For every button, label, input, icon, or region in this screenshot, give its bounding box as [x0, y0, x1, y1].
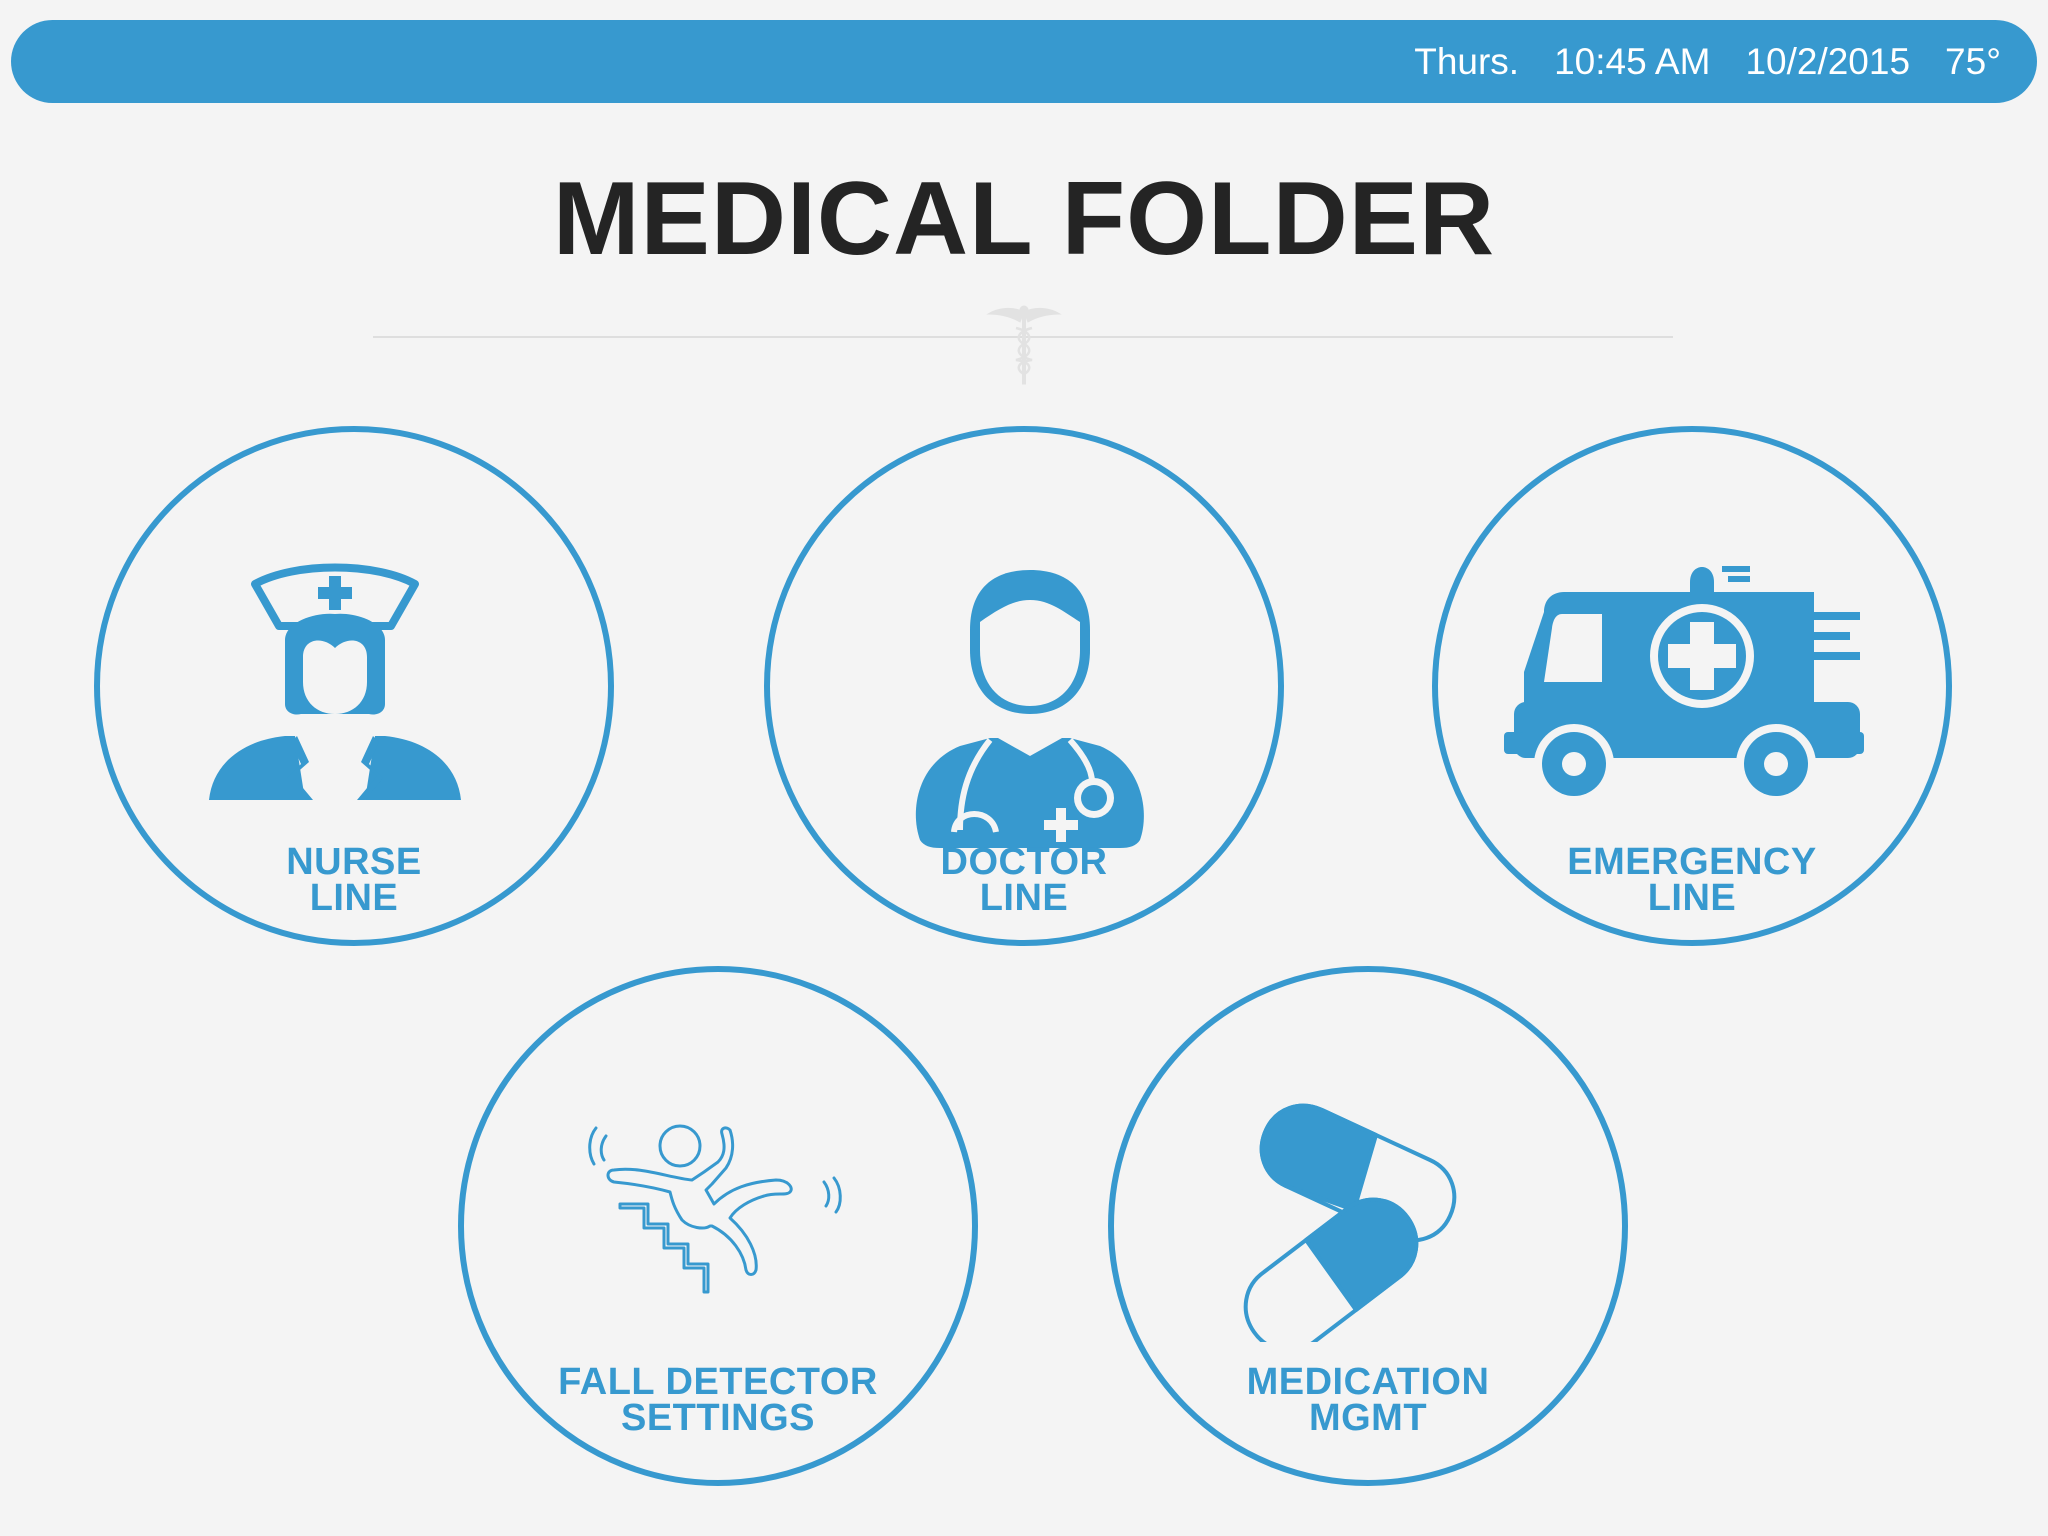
nurse-line-label: NURSE LINE	[286, 841, 422, 919]
fall-detector-settings-button[interactable]: FALL DETECTOR SETTINGS	[458, 966, 978, 1486]
emergency-line-button[interactable]: EMERGENCY LINE	[1432, 426, 1952, 946]
caduceus-icon	[986, 305, 1062, 385]
status-day: Thurs.	[1414, 40, 1520, 82]
fall-detector-icon	[588, 1124, 842, 1294]
ambulance-icon	[1504, 566, 1864, 804]
nurse-icon	[209, 563, 461, 800]
status-bar: Thurs. 10:45 AM 10/2/2015 75°	[11, 20, 2037, 103]
nurse-line-button[interactable]: NURSE LINE	[94, 426, 614, 946]
status-time: 10:45 AM	[1554, 40, 1711, 82]
status-temperature: 75°	[1945, 40, 2001, 82]
status-date: 10/2/2015	[1745, 40, 1911, 82]
doctor-line-label: DOCTOR LINE	[940, 841, 1108, 919]
emergency-line-label: EMERGENCY LINE	[1567, 841, 1817, 919]
doctor-icon	[915, 570, 1144, 848]
doctor-line-button[interactable]: DOCTOR LINE	[764, 426, 1284, 946]
fall-detector-settings-label: FALL DETECTOR SETTINGS	[558, 1361, 878, 1439]
page-title: MEDICAL FOLDER	[552, 161, 1496, 277]
pills-icon	[1243, 1103, 1457, 1342]
medication-mgmt-button[interactable]: MEDICATION MGMT	[1108, 966, 1628, 1486]
medication-mgmt-label: MEDICATION MGMT	[1246, 1361, 1490, 1439]
